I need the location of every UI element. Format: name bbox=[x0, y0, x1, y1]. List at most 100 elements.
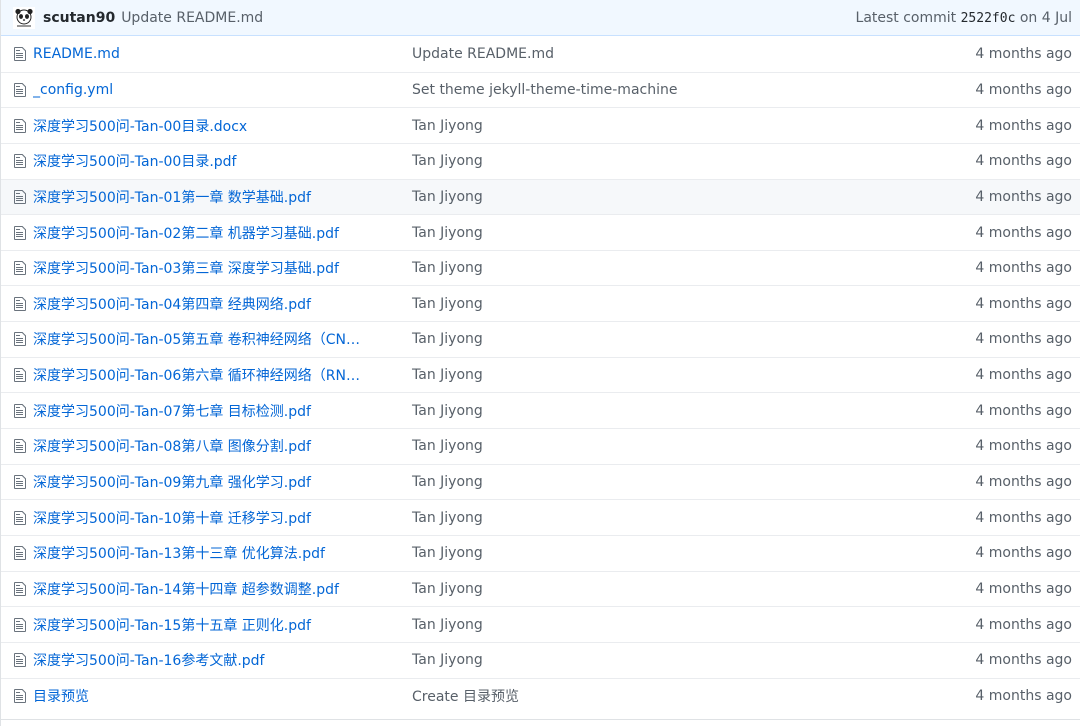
file-name-link[interactable]: 深度学习500问-Tan-05第五章 卷积神经网络（CN… bbox=[33, 329, 393, 349]
file-icon bbox=[14, 581, 26, 596]
file-age: 4 months ago bbox=[975, 687, 1072, 704]
file-icon bbox=[14, 403, 26, 418]
file-row: README.md Update README.md 4 months ago bbox=[1, 36, 1080, 72]
file-age: 4 months ago bbox=[975, 45, 1072, 62]
commit-sha-link[interactable]: 2522f0c bbox=[961, 11, 1016, 26]
file-commit-message-link[interactable]: Tan Jiyong bbox=[412, 510, 483, 526]
file-icon bbox=[14, 261, 26, 276]
file-name-link[interactable]: 深度学习500问-Tan-01第一章 数学基础.pdf bbox=[33, 187, 393, 207]
file-row: 深度学习500问-Tan-04第四章 经典网络.pdf Tan Jiyong 4… bbox=[1, 285, 1080, 321]
file-list: README.md Update README.md 4 months ago … bbox=[1, 36, 1080, 713]
file-age: 4 months ago bbox=[975, 153, 1072, 170]
file-icon bbox=[14, 688, 26, 703]
file-commit-message-link[interactable]: Tan Jiyong bbox=[412, 545, 483, 561]
file-age: 4 months ago bbox=[975, 81, 1072, 98]
file-commit-message-link[interactable]: Tan Jiyong bbox=[412, 652, 483, 668]
file-row: 深度学习500问-Tan-00目录.docx Tan Jiyong 4 mont… bbox=[1, 107, 1080, 143]
file-commit-message-link[interactable]: Tan Jiyong bbox=[412, 260, 483, 276]
file-commit-message-link[interactable]: Tan Jiyong bbox=[412, 403, 483, 419]
file-commit-message-link[interactable]: Tan Jiyong bbox=[412, 581, 483, 597]
file-commit-message-link[interactable]: Tan Jiyong bbox=[412, 331, 483, 347]
file-commit-message-link[interactable]: Update README.md bbox=[412, 46, 554, 62]
commit-date: on 4 Jul bbox=[1019, 9, 1072, 26]
file-row: 深度学习500问-Tan-10第十章 迁移学习.pdf Tan Jiyong 4… bbox=[1, 499, 1080, 535]
file-name-link[interactable]: 深度学习500问-Tan-13第十三章 优化算法.pdf bbox=[33, 543, 393, 563]
file-commit-message-link[interactable]: Tan Jiyong bbox=[412, 296, 483, 312]
file-commit-message-link[interactable]: Set theme jekyll-theme-time-machine bbox=[412, 82, 677, 98]
file-age: 4 months ago bbox=[975, 331, 1072, 348]
file-name-link[interactable]: 深度学习500问-Tan-14第十四章 超参数调整.pdf bbox=[33, 579, 393, 599]
panda-avatar-icon[interactable] bbox=[13, 6, 35, 29]
file-age: 4 months ago bbox=[975, 117, 1072, 134]
file-age: 4 months ago bbox=[975, 545, 1072, 562]
file-name-link[interactable]: 深度学习500问-Tan-08第八章 图像分割.pdf bbox=[33, 436, 393, 456]
file-row: 深度学习500问-Tan-14第十四章 超参数调整.pdf Tan Jiyong… bbox=[1, 570, 1080, 607]
file-age: 4 months ago bbox=[975, 367, 1072, 384]
file-name-link[interactable]: 深度学习500问-Tan-07第七章 目标检测.pdf bbox=[33, 401, 393, 421]
file-row: 目录预览 Create 目录预览 4 months ago bbox=[1, 677, 1080, 714]
latest-commit-info: Latest commit 2522f0c on 4 Jul bbox=[856, 10, 1072, 26]
file-commit-message-link[interactable]: Tan Jiyong bbox=[412, 438, 483, 454]
file-age: 4 months ago bbox=[975, 652, 1072, 669]
latest-commit-label: Latest commit bbox=[855, 9, 957, 26]
file-row: 深度学习500问-Tan-00目录.pdf Tan Jiyong 4 month… bbox=[1, 142, 1080, 179]
file-commit-message-link[interactable]: Tan Jiyong bbox=[412, 474, 483, 490]
file-name-link[interactable]: 深度学习500问-Tan-10第十章 迁移学习.pdf bbox=[33, 508, 393, 528]
file-name-link[interactable]: README.md bbox=[33, 46, 393, 62]
file-icon bbox=[14, 332, 26, 347]
file-age: 4 months ago bbox=[975, 438, 1072, 455]
commit-author-link[interactable]: scutan90 bbox=[43, 10, 115, 26]
file-name-link[interactable]: 深度学习500问-Tan-00目录.docx bbox=[33, 116, 393, 136]
file-commit-message-link[interactable]: Tan Jiyong bbox=[412, 367, 483, 383]
file-name-link[interactable]: 深度学习500问-Tan-04第四章 经典网络.pdf bbox=[33, 294, 393, 314]
file-name-link[interactable]: 深度学习500问-Tan-06第六章 循环神经网络（RN… bbox=[33, 365, 393, 385]
file-icon bbox=[14, 46, 26, 61]
file-row: 深度学习500问-Tan-09第九章 强化学习.pdf Tan Jiyong 4… bbox=[1, 463, 1080, 500]
file-name-link[interactable]: _config.yml bbox=[33, 82, 393, 98]
file-name-link[interactable]: 目录预览 bbox=[33, 686, 393, 706]
file-age: 4 months ago bbox=[975, 402, 1072, 419]
file-commit-message-link[interactable]: Tan Jiyong bbox=[412, 617, 483, 633]
file-row: 深度学习500问-Tan-06第六章 循环神经网络（RN… Tan Jiyong… bbox=[1, 356, 1080, 393]
file-icon bbox=[14, 617, 26, 632]
list-bottom-border bbox=[1, 719, 1080, 720]
file-age: 4 months ago bbox=[975, 260, 1072, 277]
file-commit-message-link[interactable]: Create 目录预览 bbox=[412, 686, 519, 706]
file-age: 4 months ago bbox=[975, 295, 1072, 312]
file-row: _config.yml Set theme jekyll-theme-time-… bbox=[1, 71, 1080, 108]
file-age: 4 months ago bbox=[975, 188, 1072, 205]
file-age: 4 months ago bbox=[975, 616, 1072, 633]
file-row: 深度学习500问-Tan-01第一章 数学基础.pdf Tan Jiyong 4… bbox=[1, 178, 1080, 215]
file-icon bbox=[14, 439, 26, 454]
file-commit-message-link[interactable]: Tan Jiyong bbox=[412, 153, 483, 169]
file-name-link[interactable]: 深度学习500问-Tan-16参考文献.pdf bbox=[33, 650, 393, 670]
file-commit-message-link[interactable]: Tan Jiyong bbox=[412, 189, 483, 205]
file-icon bbox=[14, 653, 26, 668]
file-age: 4 months ago bbox=[975, 474, 1072, 490]
file-icon bbox=[14, 154, 26, 169]
file-name-link[interactable]: 深度学习500问-Tan-09第九章 强化学习.pdf bbox=[33, 472, 393, 492]
file-name-link[interactable]: 深度学习500问-Tan-15第十五章 正则化.pdf bbox=[33, 615, 393, 635]
commit-message-link[interactable]: Update README.md bbox=[121, 10, 263, 26]
file-row: 深度学习500问-Tan-08第八章 图像分割.pdf Tan Jiyong 4… bbox=[1, 428, 1080, 464]
latest-commit-bar: scutan90 Update README.md Latest commit … bbox=[1, 0, 1080, 36]
file-row: 深度学习500问-Tan-05第五章 卷积神经网络（CN… Tan Jiyong… bbox=[1, 321, 1080, 357]
file-row: 深度学习500问-Tan-02第二章 机器学习基础.pdf Tan Jiyong… bbox=[1, 214, 1080, 250]
file-age: 4 months ago bbox=[975, 580, 1072, 597]
file-row: 深度学习500问-Tan-03第三章 深度学习基础.pdf Tan Jiyong… bbox=[1, 249, 1080, 286]
file-row: 深度学习500问-Tan-13第十三章 优化算法.pdf Tan Jiyong … bbox=[1, 534, 1080, 571]
file-row: 深度学习500问-Tan-15第十五章 正则化.pdf Tan Jiyong 4… bbox=[1, 606, 1080, 642]
file-commit-message-link[interactable]: Tan Jiyong bbox=[412, 225, 483, 241]
file-name-link[interactable]: 深度学习500问-Tan-00目录.pdf bbox=[33, 151, 393, 171]
file-age: 4 months ago bbox=[975, 509, 1072, 526]
file-name-link[interactable]: 深度学习500问-Tan-03第三章 深度学习基础.pdf bbox=[33, 258, 393, 278]
file-icon bbox=[14, 296, 26, 311]
file-icon bbox=[14, 510, 26, 525]
file-icon bbox=[14, 546, 26, 561]
file-commit-message-link[interactable]: Tan Jiyong bbox=[412, 118, 483, 134]
file-icon bbox=[14, 82, 26, 97]
file-age: 4 months ago bbox=[975, 224, 1072, 241]
file-name-link[interactable]: 深度学习500问-Tan-02第二章 机器学习基础.pdf bbox=[33, 223, 393, 243]
file-browser: scutan90 Update README.md Latest commit … bbox=[0, 0, 1080, 726]
file-icon bbox=[14, 225, 26, 240]
